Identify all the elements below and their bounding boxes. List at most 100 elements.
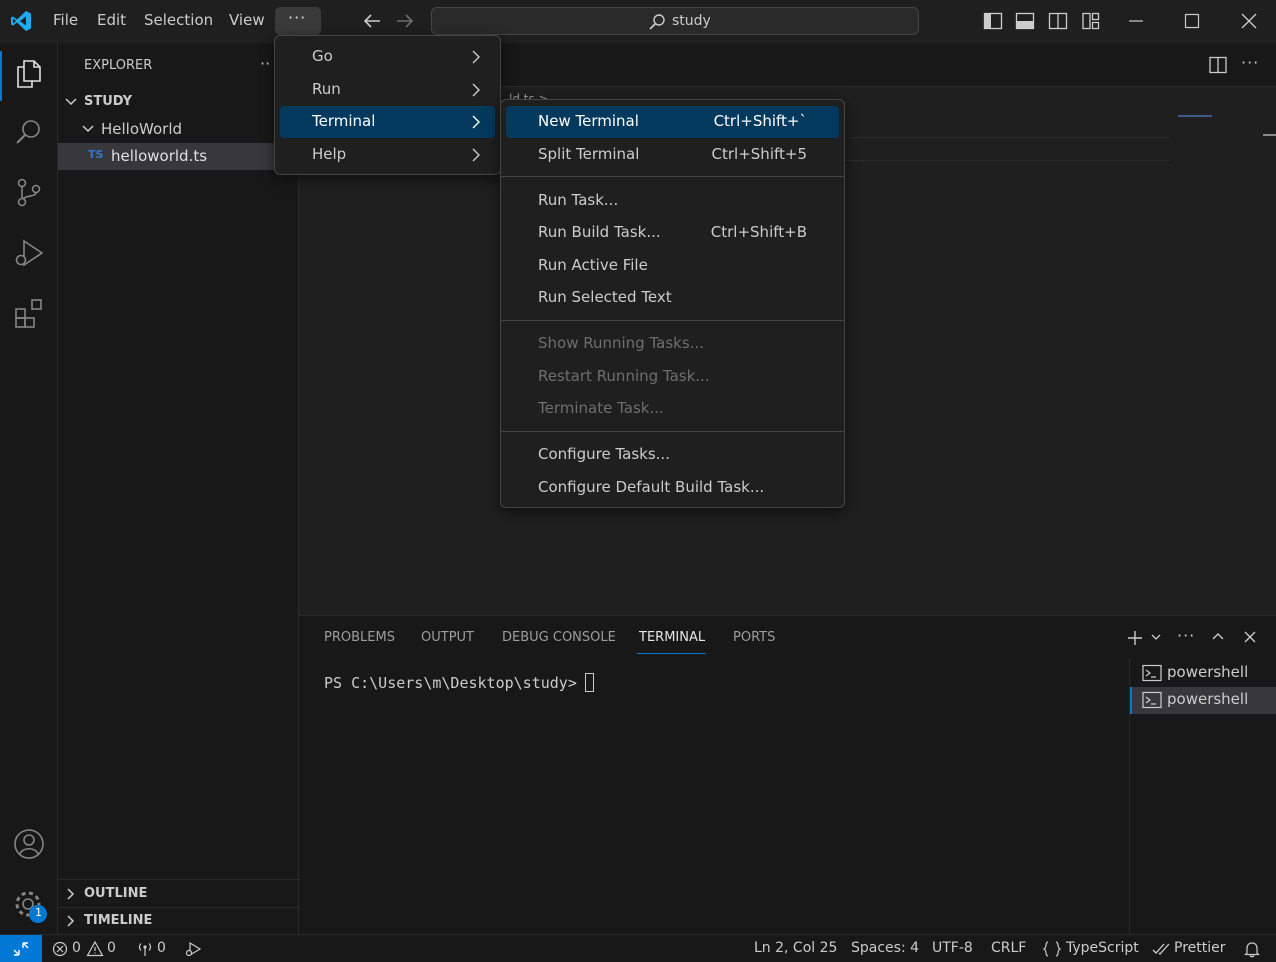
double-check-icon[interactable]	[1152, 941, 1172, 957]
menu-item-new-terminal[interactable]: New Terminal Ctrl+Shift+`	[506, 106, 839, 138]
folder-helloworld[interactable]: HelloWorld	[101, 120, 182, 138]
notifications-bell-icon[interactable]	[1243, 940, 1261, 958]
chevron-right-icon	[471, 50, 481, 64]
tab-debug-console[interactable]: DEBUG CONSOLE	[502, 630, 616, 645]
close-panel-icon[interactable]	[1242, 629, 1258, 645]
language-braces-icon[interactable]	[1043, 941, 1061, 957]
toggle-panel-icon[interactable]	[1015, 11, 1035, 31]
outline-section[interactable]: OUTLINE	[84, 886, 147, 901]
menu-item-label: Run Build Task...	[538, 223, 661, 241]
indentation[interactable]: Spaces: 4	[851, 940, 919, 956]
current-line-highlight-top	[844, 137, 1170, 138]
tab-output[interactable]: OUTPUT	[421, 630, 474, 645]
toggle-secondary-sidebar-icon[interactable]	[1048, 11, 1068, 31]
close-window-icon[interactable]	[1240, 11, 1258, 31]
back-arrow-icon[interactable]	[362, 12, 382, 30]
run-debug-icon[interactable]	[12, 236, 46, 270]
cursor-position[interactable]: Ln 2, Col 25	[754, 940, 837, 956]
more-menus-button[interactable]: ···	[275, 7, 321, 35]
debug-launch-icon[interactable]	[184, 940, 202, 958]
command-center-search[interactable]: study	[431, 7, 919, 35]
tab-terminal[interactable]: TERMINAL	[639, 630, 705, 645]
menu-view[interactable]: View	[229, 11, 265, 29]
menu-item-run-selected-text[interactable]: Run Selected Text	[506, 282, 839, 314]
maximize-icon[interactable]	[1183, 11, 1201, 31]
menu-selection[interactable]: Selection	[144, 11, 213, 29]
search-view-icon[interactable]	[12, 115, 46, 149]
language-mode[interactable]: TypeScript	[1066, 940, 1139, 956]
scrollbar-marker[interactable]	[1263, 134, 1276, 136]
remote-indicator-button[interactable]	[0, 935, 42, 962]
menu-item-terminal[interactable]: Terminal	[280, 106, 495, 138]
extensions-icon[interactable]	[12, 296, 46, 330]
menu-edit[interactable]: Edit	[97, 11, 126, 29]
menu-item-label: Restart Running Task...	[538, 367, 710, 385]
more-menus-label: ···	[288, 8, 307, 27]
terminal-list-item-active[interactable]: powershell	[1130, 687, 1276, 714]
menu-item-shortcut: Ctrl+Shift+5	[711, 145, 807, 163]
menu-item-configure-tasks[interactable]: Configure Tasks...	[506, 439, 839, 471]
menu-item-label: New Terminal	[538, 112, 639, 130]
terminal-submenu: New Terminal Ctrl+Shift+` Split Terminal…	[500, 99, 845, 508]
ports-broadcast-icon[interactable]	[136, 940, 154, 958]
menu-item-shortcut: Ctrl+Shift+`	[713, 112, 807, 130]
tab-problems[interactable]: PROBLEMS	[324, 630, 395, 645]
menu-item-run-build-task[interactable]: Run Build Task... Ctrl+Shift+B	[506, 217, 839, 249]
menu-item-run-task[interactable]: Run Task...	[506, 185, 839, 217]
search-label: study	[672, 13, 711, 29]
menu-separator	[501, 320, 844, 321]
menu-item-configure-default-build-task[interactable]: Configure Default Build Task...	[506, 472, 839, 504]
tab-ports[interactable]: PORTS	[733, 630, 775, 645]
source-control-icon[interactable]	[12, 175, 46, 209]
error-count[interactable]: 0	[72, 940, 81, 956]
minimize-icon[interactable]	[1127, 11, 1145, 31]
search-icon	[648, 13, 666, 31]
toggle-primary-sidebar-icon[interactable]	[983, 11, 1003, 31]
menu-item-go[interactable]: Go	[280, 41, 495, 73]
explorer-more-actions[interactable]: ··	[260, 54, 270, 73]
error-icon[interactable]	[52, 941, 68, 957]
chevron-right-icon	[471, 115, 481, 129]
menu-item-run-active-file[interactable]: Run Active File	[506, 250, 839, 282]
divider	[58, 879, 298, 880]
activity-bar: 1	[0, 43, 58, 934]
menu-item-help[interactable]: Help	[280, 139, 495, 171]
menu-item-label: Run Active File	[538, 256, 648, 274]
warning-icon[interactable]	[86, 940, 104, 957]
end-of-line[interactable]: CRLF	[991, 940, 1026, 956]
timeline-section[interactable]: TIMELINE	[84, 913, 152, 928]
terminal-name: powershell	[1167, 663, 1249, 681]
warning-count[interactable]: 0	[107, 940, 116, 956]
current-line-highlight-bottom	[844, 160, 1170, 161]
customize-layout-icon[interactable]	[1081, 11, 1101, 31]
menu-file[interactable]: File	[53, 11, 78, 29]
terminal-cursor	[585, 673, 594, 692]
title-bar: File Edit Selection View ··· study	[0, 0, 1276, 43]
forward-arrow-icon[interactable]	[395, 12, 415, 30]
file-row-selected[interactable]: TS helloworld.ts	[58, 143, 298, 170]
editor-more-actions-icon[interactable]: ···	[1241, 53, 1259, 72]
accounts-icon[interactable]	[12, 827, 46, 861]
explorer-icon[interactable]	[12, 56, 46, 90]
split-editor-icon[interactable]	[1208, 55, 1228, 75]
terminal-icon	[1142, 691, 1162, 709]
menu-item-run[interactable]: Run	[280, 74, 495, 106]
menu-item-label: Terminal	[312, 112, 376, 130]
new-terminal-plus-icon[interactable]	[1126, 629, 1144, 647]
formatter[interactable]: Prettier	[1174, 940, 1226, 956]
maximize-panel-chevron-up-icon[interactable]	[1210, 629, 1226, 645]
terminal-name: powershell	[1167, 690, 1249, 708]
bottom-panel: PROBLEMS OUTPUT DEBUG CONSOLE TERMINAL P…	[299, 615, 1276, 935]
more-menu: Go Run Terminal Help	[274, 35, 501, 175]
ports-count[interactable]: 0	[157, 940, 166, 956]
panel-more-actions-icon[interactable]: ···	[1177, 626, 1195, 645]
encoding[interactable]: UTF-8	[932, 940, 973, 956]
menu-separator	[501, 176, 844, 177]
terminal-list-item[interactable]: powershell	[1130, 660, 1276, 687]
menu-item-split-terminal[interactable]: Split Terminal Ctrl+Shift+5	[506, 139, 839, 171]
terminal-dropdown-chevron-icon[interactable]	[1150, 631, 1162, 643]
menu-item-label: Help	[312, 145, 347, 163]
minimap[interactable]	[1178, 115, 1212, 117]
menu-item-terminate-task: Terminate Task...	[506, 393, 839, 425]
workspace-root[interactable]: STUDY	[84, 94, 132, 109]
